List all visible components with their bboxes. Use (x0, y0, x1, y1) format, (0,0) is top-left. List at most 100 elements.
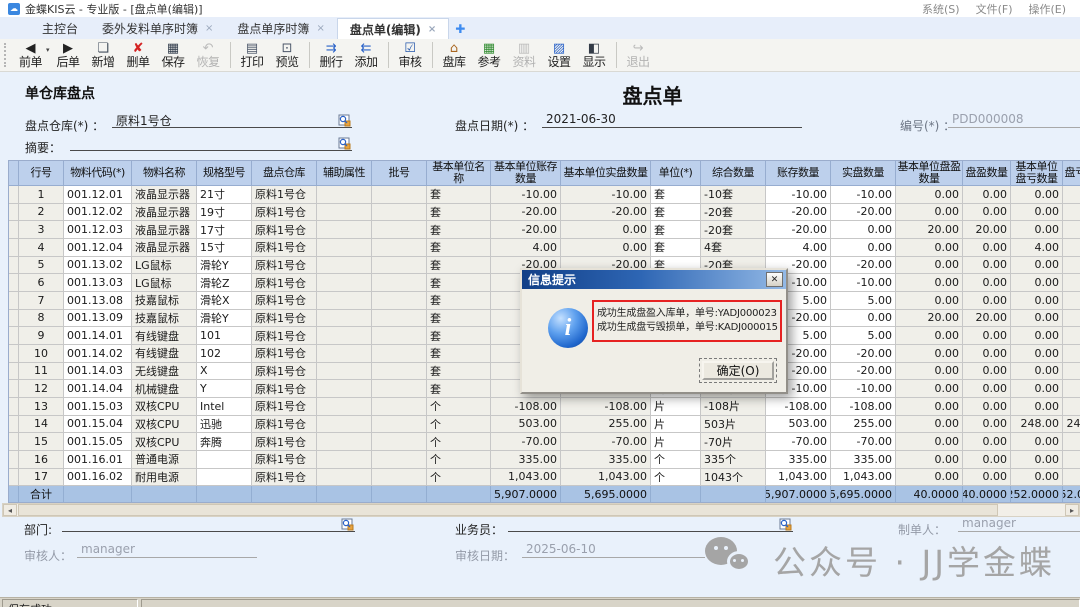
table-cell[interactable]: Y (197, 380, 252, 398)
tab-add-icon[interactable]: ✚ (455, 22, 465, 39)
table-cell[interactable]: 12 (19, 380, 64, 398)
table-cell[interactable]: 0.00 (896, 451, 963, 469)
table-cell[interactable]: 0.00 (963, 204, 1011, 222)
table-cell[interactable]: 1,043.00 (491, 469, 561, 487)
table-cell[interactable]: 0.00 (896, 363, 963, 381)
table-cell[interactable] (372, 469, 427, 487)
table-cell[interactable]: 15 (19, 433, 64, 451)
table-cell[interactable]: 0.00 (1063, 257, 1080, 275)
table-cell[interactable]: 有线键盘 (132, 345, 197, 363)
table-cell[interactable]: 1,043.00 (831, 469, 896, 487)
table-cell[interactable] (372, 451, 427, 469)
tab-close-icon[interactable]: × (205, 23, 213, 34)
table-cell[interactable]: 21寸 (197, 186, 252, 204)
table-cell[interactable] (317, 398, 372, 416)
table-cell[interactable] (317, 204, 372, 222)
table-cell[interactable]: 5.00 (831, 327, 896, 345)
table-cell[interactable]: 001.14.01 (64, 327, 132, 345)
table-cell[interactable]: 0.00 (963, 433, 1011, 451)
table-cell[interactable]: 双核CPU (132, 433, 197, 451)
table-cell[interactable]: 1,043.00 (561, 469, 651, 487)
table-cell[interactable]: 4.00 (491, 239, 561, 257)
record-selector[interactable] (9, 327, 19, 345)
table-cell[interactable]: -20.00 (561, 204, 651, 222)
table-cell[interactable]: 0.00 (1011, 310, 1063, 328)
table-cell[interactable]: -10.00 (831, 380, 896, 398)
table-cell[interactable] (317, 433, 372, 451)
table-cell[interactable]: -20.00 (831, 257, 896, 275)
table-cell[interactable]: 原料1号仓 (252, 239, 317, 257)
table-cell[interactable]: Intel (197, 398, 252, 416)
table-cell[interactable]: 套 (651, 221, 701, 239)
menu-item[interactable]: 系统(S) (922, 1, 960, 17)
table-cell[interactable]: 001.12.01 (64, 186, 132, 204)
table-cell[interactable]: 0.00 (963, 327, 1011, 345)
table-cell[interactable]: -70.00 (766, 433, 831, 451)
dialog-close-button[interactable]: ✕ (766, 272, 783, 287)
tab[interactable]: 盘点单(编辑)× (337, 18, 449, 39)
table-cell[interactable]: 13 (19, 398, 64, 416)
scrollbar-thumb[interactable] (18, 504, 998, 516)
table-cell[interactable]: 无线键盘 (132, 363, 197, 381)
salesman-lookup-icon[interactable] (779, 518, 792, 531)
table-cell[interactable]: 原料1号仓 (252, 451, 317, 469)
table-cell[interactable]: 0.00 (831, 221, 896, 239)
table-cell[interactable]: 0.00 (1011, 186, 1063, 204)
table-cell[interactable]: 15寸 (197, 239, 252, 257)
table-cell[interactable]: -70.00 (561, 433, 651, 451)
table-cell[interactable]: 0.00 (963, 469, 1011, 487)
salesman-field[interactable] (508, 516, 793, 532)
table-cell[interactable]: 0.00 (1011, 221, 1063, 239)
table-cell[interactable]: 奔腾 (197, 433, 252, 451)
table-cell[interactable]: 0.00 (1011, 433, 1063, 451)
table-cell[interactable]: 1,043.00 (766, 469, 831, 487)
table-cell[interactable]: 技嘉鼠标 (132, 310, 197, 328)
table-cell[interactable]: 248.00 (1063, 416, 1080, 434)
table-cell[interactable]: 255.00 (561, 416, 651, 434)
table-cell[interactable]: 0.00 (896, 327, 963, 345)
table-cell[interactable] (317, 380, 372, 398)
table-cell[interactable]: 0.00 (963, 345, 1011, 363)
table-cell[interactable]: 0.00 (1011, 451, 1063, 469)
table-cell[interactable]: 001.15.04 (64, 416, 132, 434)
table-cell[interactable] (372, 274, 427, 292)
table-cell[interactable]: -10.00 (561, 186, 651, 204)
table-cell[interactable]: 套 (427, 204, 491, 222)
table-cell[interactable]: 个 (427, 469, 491, 487)
table-cell[interactable]: 0.00 (896, 257, 963, 275)
table-cell[interactable]: 19寸 (197, 204, 252, 222)
table-cell[interactable] (372, 363, 427, 381)
record-selector[interactable] (9, 274, 19, 292)
table-cell[interactable]: 原料1号仓 (252, 416, 317, 434)
table-cell[interactable]: 套 (427, 345, 491, 363)
table-cell[interactable]: -20.00 (766, 204, 831, 222)
table-cell[interactable] (317, 239, 372, 257)
table-cell[interactable] (197, 451, 252, 469)
prev-doc-button[interactable]: ◀前单 (13, 40, 48, 71)
table-cell[interactable]: 001.13.03 (64, 274, 132, 292)
table-cell[interactable]: 个 (427, 433, 491, 451)
summary-field[interactable] (70, 135, 352, 151)
table-cell[interactable]: 0.00 (1011, 345, 1063, 363)
table-cell[interactable]: 1 (19, 186, 64, 204)
table-cell[interactable]: 20.00 (963, 310, 1011, 328)
table-cell[interactable]: 片 (651, 416, 701, 434)
table-cell[interactable]: -108.00 (831, 398, 896, 416)
table-cell[interactable]: 001.13.09 (64, 310, 132, 328)
table-cell[interactable]: 335个 (701, 451, 766, 469)
department-field[interactable] (62, 516, 355, 532)
table-cell[interactable]: 0.00 (1011, 380, 1063, 398)
table-cell[interactable] (372, 433, 427, 451)
stocktake-button[interactable]: ⌂盘库 (437, 40, 472, 71)
table-cell[interactable]: 滑轮Y (197, 310, 252, 328)
table-cell[interactable]: 17寸 (197, 221, 252, 239)
table-cell[interactable]: 0.00 (1063, 451, 1080, 469)
table-cell[interactable]: 503.00 (491, 416, 561, 434)
table-cell[interactable]: 原料1号仓 (252, 363, 317, 381)
table-cell[interactable]: 001.12.03 (64, 221, 132, 239)
table-cell[interactable]: 8 (19, 310, 64, 328)
record-selector[interactable] (9, 186, 19, 204)
table-cell[interactable]: 个 (427, 451, 491, 469)
table-cell[interactable] (372, 292, 427, 310)
record-selector[interactable] (9, 398, 19, 416)
